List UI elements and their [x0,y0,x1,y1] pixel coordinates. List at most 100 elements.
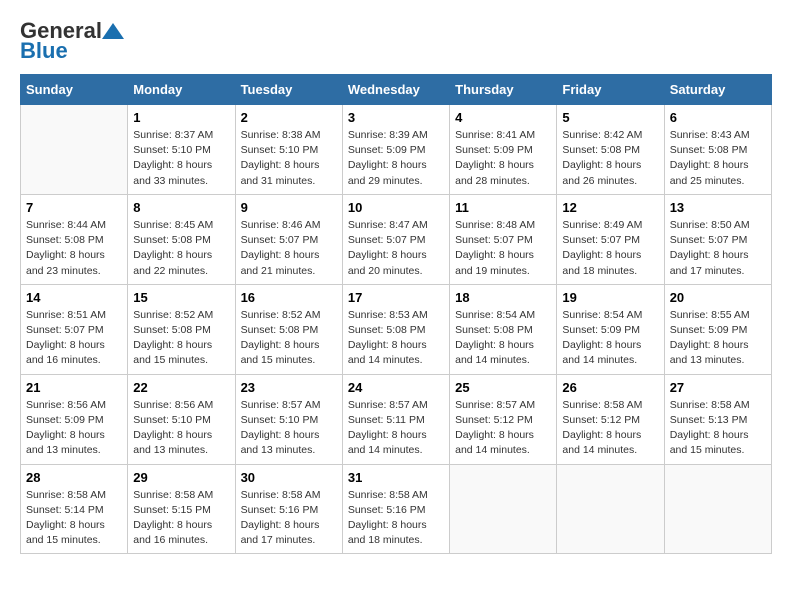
day-info: Sunrise: 8:56 AMSunset: 5:10 PMDaylight:… [133,398,229,459]
day-info: Sunrise: 8:43 AMSunset: 5:08 PMDaylight:… [670,128,766,189]
day-number: 21 [26,380,122,395]
col-header-saturday: Saturday [664,75,771,105]
day-info: Sunrise: 8:41 AMSunset: 5:09 PMDaylight:… [455,128,551,189]
day-number: 8 [133,200,229,215]
day-info: Sunrise: 8:54 AMSunset: 5:09 PMDaylight:… [562,308,658,369]
calendar-cell: 30Sunrise: 8:58 AMSunset: 5:16 PMDayligh… [235,464,342,554]
day-number: 22 [133,380,229,395]
calendar-cell: 15 Sunrise: 8:52 AMSunset: 5:08 PMDayligh… [128,284,235,374]
logo: General Blue [20,20,125,64]
logo-blue: Blue [20,38,68,64]
day-info: Sunrise: 8:48 AMSunset: 5:07 PMDaylight:… [455,218,551,279]
calendar-cell: 16 Sunrise: 8:52 AMSunset: 5:08 PMDayligh… [235,284,342,374]
day-number: 2 [241,110,337,125]
day-info: Sunrise: 8:58 AMSunset: 5:15 PMDaylight:… [133,488,229,549]
day-number: 15 [133,290,229,305]
col-header-wednesday: Wednesday [342,75,449,105]
day-number: 12 [562,200,658,215]
day-number: 31 [348,470,444,485]
day-number: 6 [670,110,766,125]
day-number: 18 [455,290,551,305]
day-info: Sunrise: 8:57 AMSunset: 5:10 PMDaylight:… [241,398,337,459]
day-number: 20 [670,290,766,305]
day-info: Sunrise: 8:37 AMSunset: 5:10 PMDaylight:… [133,128,229,189]
day-info: Sunrise: 8:58 AMSunset: 5:16 PMDaylight:… [348,488,444,549]
day-info: Sunrise: 8:58 AMSunset: 5:13 PMDaylight:… [670,398,766,459]
day-info: Sunrise: 8:51 AMSunset: 5:07 PMDaylight:… [26,308,122,369]
calendar-cell: 22 Sunrise: 8:56 AMSunset: 5:10 PMDayligh… [128,374,235,464]
calendar-cell: 25 Sunrise: 8:57 AMSunset: 5:12 PMDayligh… [450,374,557,464]
calendar-cell [664,464,771,554]
calendar-cell: 10 Sunrise: 8:47 AMSunset: 5:07 PMDayligh… [342,194,449,284]
day-info: Sunrise: 8:56 AMSunset: 5:09 PMDaylight:… [26,398,122,459]
calendar-cell: 11 Sunrise: 8:48 AMSunset: 5:07 PMDayligh… [450,194,557,284]
day-number: 24 [348,380,444,395]
calendar-cell: 5Sunrise: 8:42 AMSunset: 5:08 PMDaylight… [557,105,664,195]
calendar-cell [450,464,557,554]
day-number: 19 [562,290,658,305]
day-info: Sunrise: 8:52 AMSunset: 5:08 PMDaylight:… [133,308,229,369]
calendar-cell [557,464,664,554]
day-info: Sunrise: 8:42 AMSunset: 5:08 PMDaylight:… [562,128,658,189]
day-number: 16 [241,290,337,305]
day-number: 30 [241,470,337,485]
day-info: Sunrise: 8:58 AMSunset: 5:12 PMDaylight:… [562,398,658,459]
day-number: 25 [455,380,551,395]
calendar-cell: 13Sunrise: 8:50 AMSunset: 5:07 PMDayligh… [664,194,771,284]
day-info: Sunrise: 8:55 AMSunset: 5:09 PMDaylight:… [670,308,766,369]
calendar-cell: 14 Sunrise: 8:51 AMSunset: 5:07 PMDayligh… [21,284,128,374]
col-header-friday: Friday [557,75,664,105]
day-number: 23 [241,380,337,395]
day-number: 4 [455,110,551,125]
day-number: 17 [348,290,444,305]
day-number: 27 [670,380,766,395]
day-info: Sunrise: 8:45 AMSunset: 5:08 PMDaylight:… [133,218,229,279]
day-info: Sunrise: 8:53 AMSunset: 5:08 PMDaylight:… [348,308,444,369]
day-number: 14 [26,290,122,305]
day-info: Sunrise: 8:54 AMSunset: 5:08 PMDaylight:… [455,308,551,369]
calendar-cell: 26 Sunrise: 8:58 AMSunset: 5:12 PMDayligh… [557,374,664,464]
day-number: 10 [348,200,444,215]
day-info: Sunrise: 8:39 AMSunset: 5:09 PMDaylight:… [348,128,444,189]
day-info: Sunrise: 8:49 AMSunset: 5:07 PMDaylight:… [562,218,658,279]
calendar-cell: 28 Sunrise: 8:58 AMSunset: 5:14 PMDayligh… [21,464,128,554]
day-number: 29 [133,470,229,485]
day-number: 3 [348,110,444,125]
calendar-cell: 9 Sunrise: 8:46 AMSunset: 5:07 PMDaylight… [235,194,342,284]
page-header: General Blue [20,20,772,64]
calendar-cell: 2 Sunrise: 8:38 AMSunset: 5:10 PMDaylight… [235,105,342,195]
calendar-cell: 21 Sunrise: 8:56 AMSunset: 5:09 PMDayligh… [21,374,128,464]
day-number: 26 [562,380,658,395]
day-info: Sunrise: 8:50 AMSunset: 5:07 PMDaylight:… [670,218,766,279]
day-number: 1 [133,110,229,125]
calendar-cell: 20 Sunrise: 8:55 AMSunset: 5:09 PMDayligh… [664,284,771,374]
day-info: Sunrise: 8:57 AMSunset: 5:12 PMDaylight:… [455,398,551,459]
calendar-cell: 7Sunrise: 8:44 AMSunset: 5:08 PMDaylight… [21,194,128,284]
calendar-cell: 3 Sunrise: 8:39 AMSunset: 5:09 PMDaylight… [342,105,449,195]
day-info: Sunrise: 8:38 AMSunset: 5:10 PMDaylight:… [241,128,337,189]
day-info: Sunrise: 8:57 AMSunset: 5:11 PMDaylight:… [348,398,444,459]
day-number: 28 [26,470,122,485]
calendar-cell: 12 Sunrise: 8:49 AMSunset: 5:07 PMDayligh… [557,194,664,284]
calendar-cell: 6 Sunrise: 8:43 AMSunset: 5:08 PMDaylight… [664,105,771,195]
calendar-cell: 29 Sunrise: 8:58 AMSunset: 5:15 PMDayligh… [128,464,235,554]
calendar-cell: 24 Sunrise: 8:57 AMSunset: 5:11 PMDayligh… [342,374,449,464]
calendar-cell: 4 Sunrise: 8:41 AMSunset: 5:09 PMDaylight… [450,105,557,195]
calendar-cell: 18 Sunrise: 8:54 AMSunset: 5:08 PMDayligh… [450,284,557,374]
calendar-cell: 8 Sunrise: 8:45 AMSunset: 5:08 PMDaylight… [128,194,235,284]
col-header-sunday: Sunday [21,75,128,105]
day-number: 9 [241,200,337,215]
calendar-cell: 1 Sunrise: 8:37 AMSunset: 5:10 PMDaylight… [128,105,235,195]
day-info: Sunrise: 8:44 AMSunset: 5:08 PMDaylight:… [26,218,122,279]
day-info: Sunrise: 8:46 AMSunset: 5:07 PMDaylight:… [241,218,337,279]
calendar-cell: 17 Sunrise: 8:53 AMSunset: 5:08 PMDayligh… [342,284,449,374]
day-number: 11 [455,200,551,215]
col-header-monday: Monday [128,75,235,105]
day-info: Sunrise: 8:52 AMSunset: 5:08 PMDaylight:… [241,308,337,369]
calendar-cell: 27 Sunrise: 8:58 AMSunset: 5:13 PMDayligh… [664,374,771,464]
day-info: Sunrise: 8:58 AMSunset: 5:14 PMDaylight:… [26,488,122,549]
calendar-cell: 19 Sunrise: 8:54 AMSunset: 5:09 PMDayligh… [557,284,664,374]
calendar-cell: 31 Sunrise: 8:58 AMSunset: 5:16 PMDayligh… [342,464,449,554]
calendar-table: SundayMondayTuesdayWednesdayThursdayFrid… [20,74,772,554]
day-info: Sunrise: 8:47 AMSunset: 5:07 PMDaylight:… [348,218,444,279]
